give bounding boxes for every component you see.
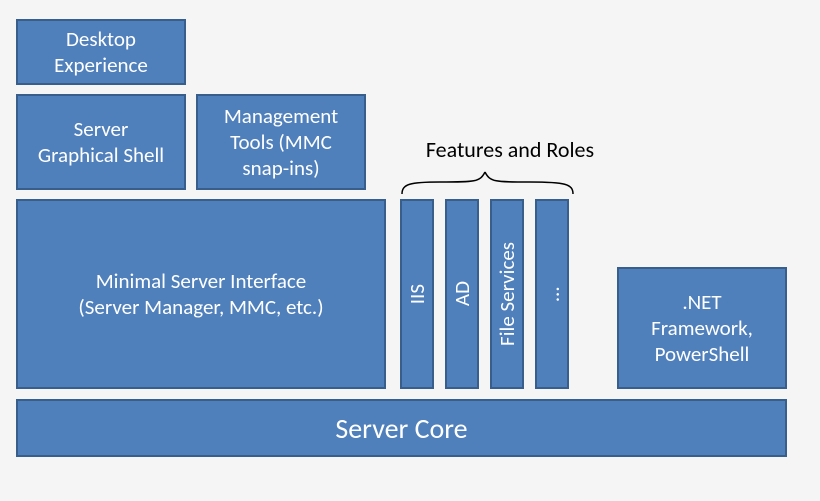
features-and-roles-text: Features and Roles — [426, 136, 594, 163]
block-server-graphical-shell: Server Graphical Shell — [16, 94, 186, 190]
block-management-tools: Management Tools (MMC snap-ins) — [196, 94, 366, 190]
block-ad-label: AD — [449, 281, 475, 306]
block-minimal-server-interface: Minimal Server Interface (Server Manager… — [16, 199, 386, 389]
block-more-features-label: … — [539, 287, 565, 302]
block-iis: IIS — [400, 199, 434, 389]
block-desktop-experience: Desktop Experience — [16, 19, 186, 85]
block-file-services-label: File Services — [494, 242, 520, 346]
block-server-core-label: Server Core — [335, 411, 467, 446]
block-dotnet-label: .NET Framework, PowerShell — [651, 289, 753, 368]
block-server-graphical-shell-label: Server Graphical Shell — [38, 116, 164, 169]
block-management-tools-label: Management Tools (MMC snap-ins) — [224, 103, 338, 182]
curly-brace-icon — [400, 166, 575, 196]
block-minimal-server-interface-label: Minimal Server Interface (Server Manager… — [78, 268, 323, 321]
block-iis-label: IIS — [404, 284, 430, 304]
block-more-features: … — [535, 199, 569, 389]
features-and-roles-label: Features and Roles — [405, 136, 615, 163]
block-ad: AD — [445, 199, 479, 389]
block-file-services: File Services — [490, 199, 524, 389]
block-server-core: Server Core — [16, 399, 787, 457]
block-desktop-experience-label: Desktop Experience — [54, 26, 148, 79]
block-dotnet: .NET Framework, PowerShell — [617, 267, 787, 389]
